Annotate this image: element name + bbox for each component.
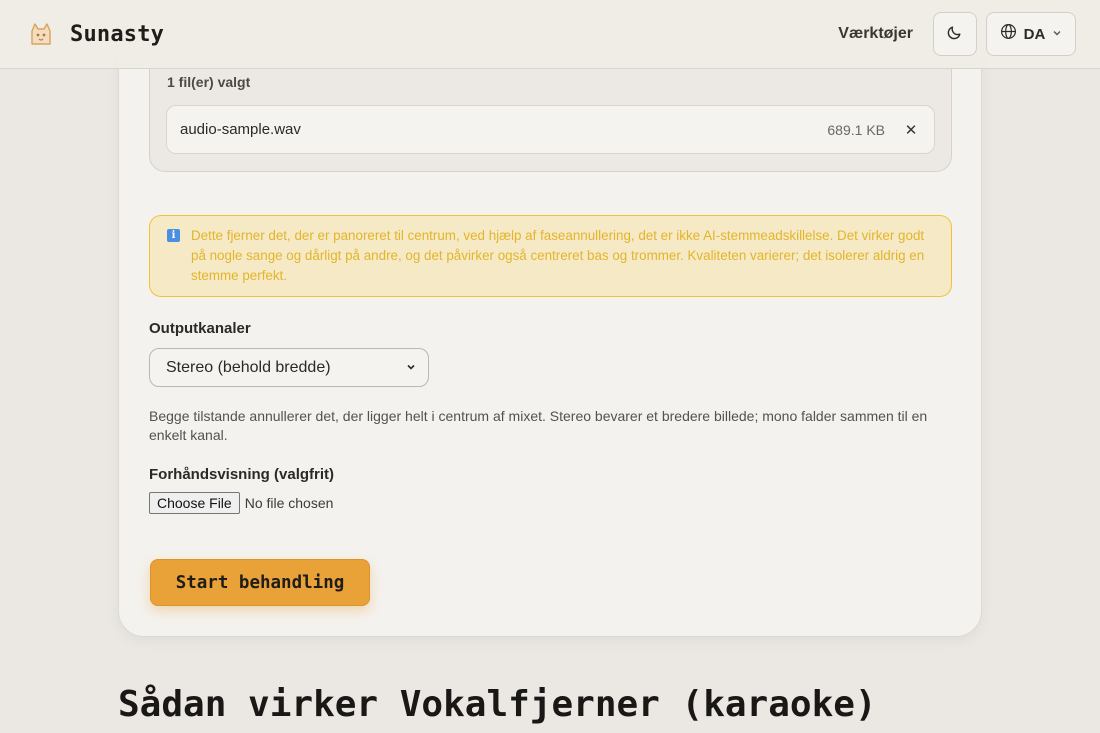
chevron-down-icon	[1052, 25, 1062, 43]
tool-card: 1 fil(er) valgt audio-sample.wav 689.1 K…	[118, 30, 982, 637]
preview-label: Forhåndsvisning (valgfrit)	[149, 466, 335, 483]
info-icon: i	[167, 229, 180, 242]
start-processing-label: Start behandling	[175, 572, 345, 593]
output-channels-label: Outputkanaler	[149, 320, 251, 337]
language-selector[interactable]: DA	[986, 12, 1076, 56]
globe-icon	[1000, 23, 1017, 45]
output-channels-select[interactable]: Stereo (behold bredde)	[149, 348, 429, 387]
remove-file-button[interactable]: ✕	[901, 120, 921, 140]
choose-file-button[interactable]: Choose File	[149, 492, 240, 514]
file-name: audio-sample.wav	[180, 121, 301, 138]
info-notice: i Dette fjerner det, der er panoreret ti…	[149, 215, 952, 297]
output-help-text: Begge tilstande annullerer det, der ligg…	[149, 408, 928, 443]
output-channels-value: Stereo (behold bredde)	[166, 358, 331, 376]
brand-name: Sunasty	[70, 21, 165, 47]
header-nav: Værktøjer DA	[838, 12, 1076, 56]
chevron-down-icon	[406, 359, 416, 377]
top-header: Sunasty Værktøjer DA	[0, 0, 1100, 69]
moon-icon	[947, 24, 963, 45]
file-status-text: No file chosen	[244, 495, 334, 511]
file-count-label: 1 fil(er) valgt	[167, 74, 251, 90]
how-it-works-heading: Sådan virker Vokalfjerner (karaoke)	[118, 684, 877, 725]
nav-tools-link[interactable]: Værktøjer	[838, 25, 913, 43]
start-processing-button[interactable]: Start behandling	[150, 559, 370, 606]
file-row: audio-sample.wav 689.1 KB ✕	[166, 105, 935, 154]
language-label: DA	[1023, 25, 1046, 43]
notice-text: Dette fjerner det, der er panoreret til …	[191, 228, 925, 283]
brand[interactable]: Sunasty	[26, 19, 164, 49]
file-size: 689.1 KB	[827, 121, 885, 138]
theme-toggle-button[interactable]	[933, 12, 977, 56]
preview-file-input[interactable]: Choose File No file chosen	[149, 492, 333, 514]
cat-logo-icon	[26, 19, 56, 49]
